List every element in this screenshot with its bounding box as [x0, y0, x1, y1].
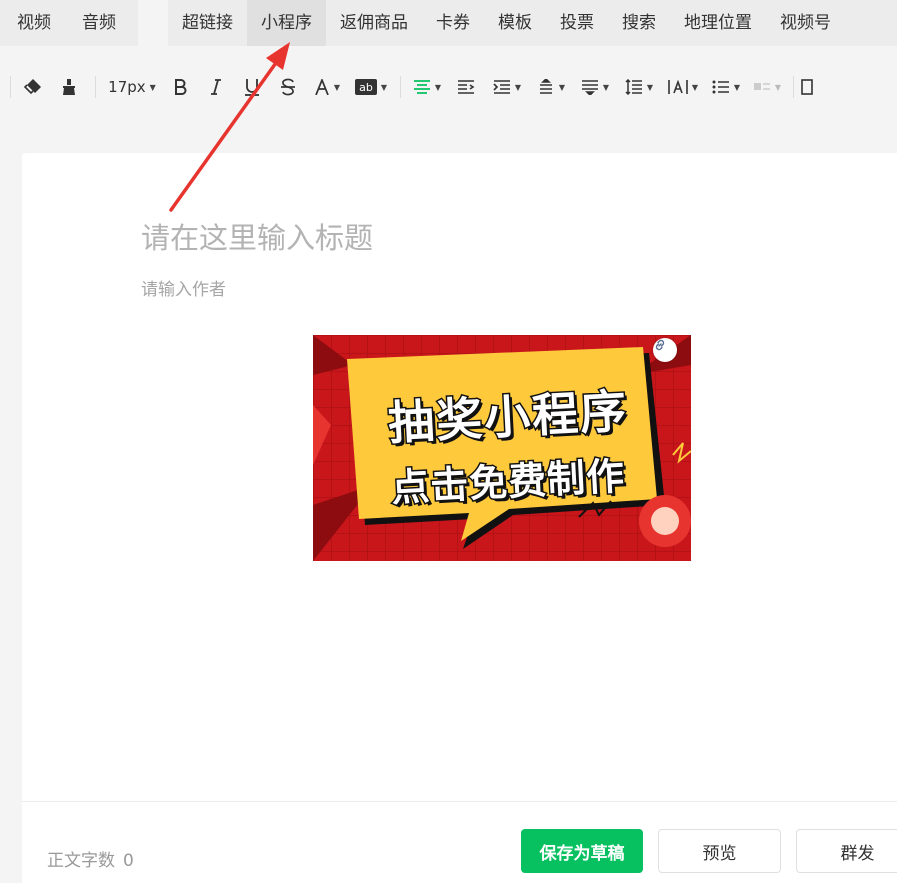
toolbar-divider: [10, 76, 11, 98]
image-float-icon: [753, 83, 770, 90]
chevron-down-icon: ▼: [733, 82, 741, 92]
menu-item-video[interactable]: 视频: [0, 0, 68, 46]
spacing-before-button[interactable]: ▼: [529, 72, 573, 102]
letter-spacing-icon: [668, 79, 688, 94]
font-color-icon: [315, 79, 329, 95]
spacing-before-icon: [539, 79, 552, 94]
menu-item-search[interactable]: 搜索: [608, 0, 670, 46]
underline-icon[interactable]: [234, 72, 270, 102]
letter-spacing-button[interactable]: ▼: [661, 72, 705, 102]
list-button[interactable]: ▼: [705, 72, 747, 102]
more-tools-icon[interactable]: [800, 72, 814, 102]
chevron-down-icon: ▼: [149, 82, 156, 92]
media-menu-group: 视频 音频: [0, 0, 138, 46]
spacing-after-icon: [581, 80, 598, 95]
menu-item-location[interactable]: 地理位置: [670, 0, 766, 46]
chevron-down-icon: ▼: [646, 82, 654, 92]
indent-icon: [493, 80, 510, 94]
title-input[interactable]: 请在这里输入标题: [141, 215, 373, 257]
menu-item-commission-goods[interactable]: 返佣商品: [326, 0, 422, 46]
chevron-down-icon: ▼: [774, 82, 782, 92]
chevron-down-icon: ▼: [434, 82, 442, 92]
chevron-down-icon: ▼: [558, 82, 566, 92]
editor-footer: 正文字数 0 保存为草稿 预览 群发: [22, 801, 897, 883]
menu-item-channels[interactable]: 视频号: [766, 0, 845, 46]
word-count-value: 0: [123, 851, 134, 871]
chevron-down-icon: ▼: [514, 82, 522, 92]
toolbar-divider: [400, 76, 401, 98]
bullet-list-icon: [712, 80, 729, 94]
menu-item-audio[interactable]: 音频: [68, 0, 130, 46]
toolbar-divider: [95, 76, 96, 98]
strikethrough-icon[interactable]: [270, 72, 306, 102]
font-color-button[interactable]: ▼: [306, 72, 348, 102]
toolbar-divider: [793, 76, 794, 98]
insert-menu: 视频 音频 超链接 小程序 返佣商品 卡券 模板 投票 搜索 地理位置 视频号: [0, 0, 897, 46]
line-height-button[interactable]: ▼: [617, 72, 661, 102]
line-height-icon: [625, 79, 642, 95]
font-size-select[interactable]: 17px ▼: [102, 72, 162, 102]
mini-program-link-icon[interactable]: [653, 338, 677, 362]
word-count-label: 正文字数: [47, 851, 115, 871]
chevron-down-icon: ▼: [333, 82, 341, 92]
chevron-down-icon: ▼: [691, 82, 699, 92]
chevron-down-icon: ▼: [380, 82, 388, 92]
spacing-after-button[interactable]: ▼: [573, 72, 617, 102]
format-painter-icon[interactable]: [49, 72, 89, 102]
indent-button[interactable]: ▼: [485, 72, 529, 102]
editor-area[interactable]: 请在这里输入标题 请输入作者 抽奖小程序 点击免费制作: [22, 153, 897, 801]
background-color-button[interactable]: ab ▼: [348, 72, 394, 102]
save-draft-button[interactable]: 保存为草稿: [521, 829, 643, 873]
mass-send-button[interactable]: 群发: [796, 829, 897, 873]
bold-icon[interactable]: [162, 72, 198, 102]
background-color-icon: ab: [354, 79, 377, 95]
font-size-value: 17px: [108, 78, 146, 96]
format-toolbar: 17px ▼ ▼ ab ▼ ▼ ▼ ▼ ▼ ▼ ▼ ▼ ▼: [0, 62, 897, 112]
menu-item-vote[interactable]: 投票: [546, 0, 608, 46]
author-input[interactable]: 请输入作者: [141, 275, 226, 300]
menu-item-hyperlink[interactable]: 超链接: [168, 0, 247, 46]
menu-item-template[interactable]: 模板: [484, 0, 546, 46]
word-count: 正文字数 0: [47, 846, 134, 871]
align-center-button[interactable]: ▼: [407, 72, 447, 102]
align-center-icon: [413, 80, 430, 94]
svg-text:ab: ab: [359, 81, 373, 94]
menu-item-mini-program[interactable]: 小程序: [247, 0, 326, 46]
eraser-icon[interactable]: [17, 72, 49, 102]
chevron-down-icon: ▼: [602, 82, 610, 92]
menu-item-coupon[interactable]: 卡券: [422, 0, 484, 46]
indent-right-icon[interactable]: [447, 72, 485, 102]
insert-menu-group: 超链接 小程序 返佣商品 卡券 模板 投票 搜索 地理位置 视频号: [168, 0, 897, 46]
mini-program-card-image[interactable]: 抽奖小程序 点击免费制作: [313, 335, 691, 561]
preview-button[interactable]: 预览: [658, 829, 781, 873]
italic-icon[interactable]: [198, 72, 234, 102]
float-button[interactable]: ▼: [747, 72, 787, 102]
